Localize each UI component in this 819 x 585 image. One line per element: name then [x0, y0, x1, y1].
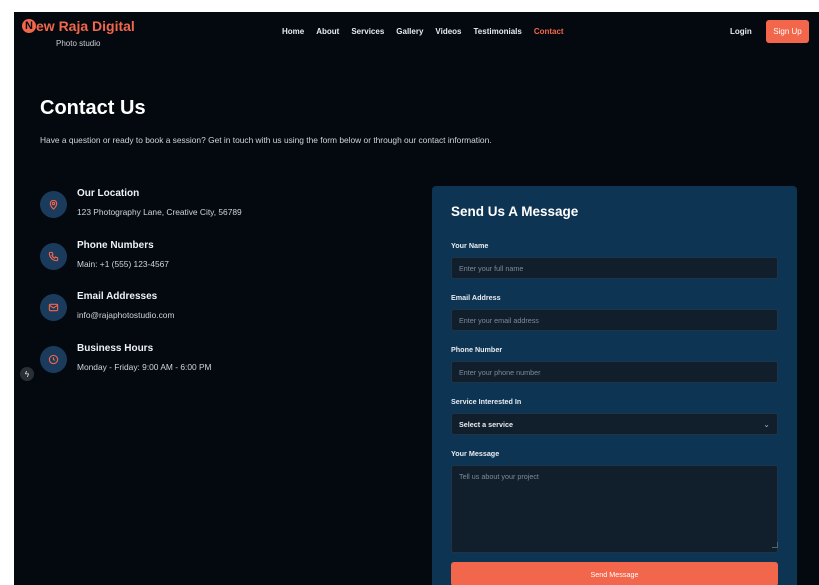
- contact-form-card: Send Us A Message Your Name Email Addres…: [432, 186, 797, 585]
- nav-testimonials[interactable]: Testimonials: [474, 27, 522, 36]
- info-value: Main: +1 (555) 123-4567: [77, 259, 169, 269]
- phone-input[interactable]: [451, 361, 778, 383]
- logo-mark-icon: N: [22, 19, 36, 33]
- mail-icon: [40, 294, 67, 321]
- name-label: Your Name: [451, 241, 489, 250]
- clock-icon: [40, 346, 67, 373]
- service-select[interactable]: Select a service ⌄: [451, 413, 778, 435]
- location-pin-icon: [40, 191, 67, 218]
- nav-about[interactable]: About: [316, 27, 339, 36]
- info-heading: Email Addresses: [77, 291, 158, 302]
- nav-contact[interactable]: Contact: [534, 27, 564, 36]
- info-value: Monday - Friday: 9:00 AM - 6:00 PM: [77, 362, 212, 372]
- resize-handle-icon[interactable]: [772, 542, 778, 548]
- message-textarea[interactable]: [451, 465, 778, 553]
- login-link[interactable]: Login: [730, 27, 752, 36]
- bolt-icon[interactable]: ϟ: [20, 367, 34, 381]
- brand-name: ew Raja Digital: [36, 18, 135, 34]
- page-frame: N ew Raja Digital Photo studio Home Abou…: [14, 12, 819, 585]
- info-heading: Business Hours: [77, 343, 154, 354]
- email-input[interactable]: [451, 309, 778, 331]
- email-label: Email Address: [451, 293, 501, 302]
- phone-icon: [40, 243, 67, 270]
- service-label: Service Interested In: [451, 397, 522, 406]
- nav-videos[interactable]: Videos: [435, 27, 461, 36]
- page-title: Contact Us: [40, 97, 146, 119]
- nav-home[interactable]: Home: [282, 27, 304, 36]
- info-heading: Phone Numbers: [77, 240, 154, 251]
- send-message-button[interactable]: Send Message: [451, 562, 778, 585]
- nav-gallery[interactable]: Gallery: [396, 27, 423, 36]
- brand-tagline: Photo studio: [56, 39, 101, 48]
- info-heading: Our Location: [77, 188, 140, 199]
- page-description: Have a question or ready to book a sessi…: [40, 135, 492, 145]
- form-title: Send Us A Message: [451, 204, 579, 219]
- info-value: 123 Photography Lane, Creative City, 567…: [77, 207, 242, 217]
- chevron-down-icon: ⌄: [763, 419, 770, 429]
- message-label: Your Message: [451, 449, 500, 458]
- nav-services[interactable]: Services: [351, 27, 384, 36]
- service-selected-value: Select a service: [459, 419, 513, 429]
- signup-button[interactable]: Sign Up: [766, 20, 809, 43]
- name-input[interactable]: [451, 257, 778, 279]
- phone-label: Phone Number: [451, 345, 503, 354]
- info-value: info@rajaphotostudio.com: [77, 310, 175, 320]
- main-nav: Home About Services Gallery Videos Testi…: [282, 27, 564, 36]
